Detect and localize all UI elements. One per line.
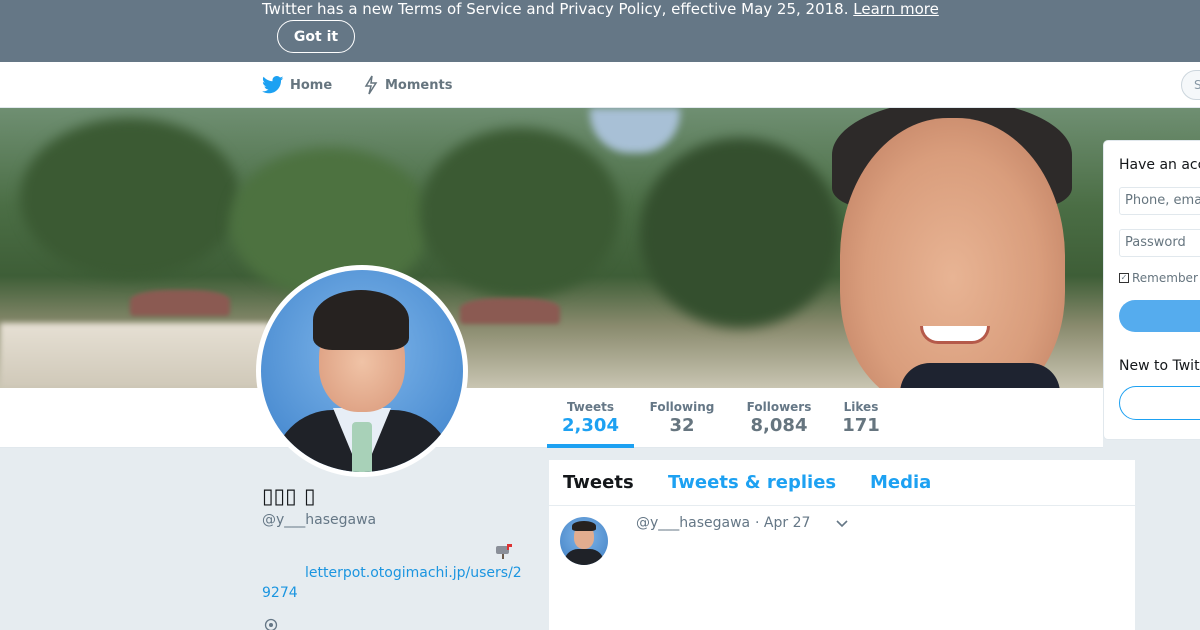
learn-more-link[interactable]: Learn more: [853, 0, 939, 18]
sky-patch: [590, 108, 680, 153]
avatar-photo: [261, 270, 463, 472]
stat-tweets[interactable]: Tweets 2,304: [547, 388, 634, 448]
lightning-bolt-icon: [364, 75, 378, 95]
gazebo-roof: [130, 290, 230, 316]
tweet-avatar[interactable]: [560, 517, 608, 565]
header-suit: [900, 363, 1060, 388]
login-box: Have an acc Phone, ema Password ✓ Rememb…: [1103, 140, 1200, 440]
tree-shape: [20, 118, 240, 278]
profile-name: ▯▯▯ ▯: [262, 484, 316, 508]
login-button[interactable]: [1119, 300, 1200, 332]
profile-link[interactable]: letterpot.otogimachi.jp/users/29274: [262, 563, 524, 603]
gazebo-roof: [460, 298, 560, 324]
stat-label: Followers: [746, 400, 812, 414]
top-nav: Home Moments: [0, 62, 1200, 108]
tos-text: Twitter has a new Terms of Service and P…: [262, 0, 939, 18]
remember-label: Remember: [1132, 271, 1198, 285]
tweet-avatar-suit: [564, 549, 604, 565]
avatar-hair: [313, 290, 409, 350]
stat-likes[interactable]: Likes 171: [836, 388, 886, 448]
profile-nav: Tweets 2,304 Following 32 Followers 8,08…: [0, 388, 1103, 448]
tab-media[interactable]: Media: [870, 472, 931, 493]
avatar-tie: [352, 422, 372, 472]
timeline: Tweets Tweets & replies Media @y___haseg…: [548, 459, 1137, 630]
tos-banner: Twitter has a new Terms of Service and P…: [0, 0, 1200, 62]
tos-message: Twitter has a new Terms of Service and P…: [262, 0, 849, 18]
header-photo: [0, 108, 1200, 388]
tree-shape: [640, 138, 840, 328]
stat-followers[interactable]: Followers 8,084: [741, 388, 817, 448]
login-title: Have an acc: [1119, 157, 1200, 173]
tab-tweets[interactable]: Tweets: [563, 472, 634, 493]
nav-home[interactable]: Home: [262, 62, 332, 108]
tab-tweets-replies[interactable]: Tweets & replies: [668, 472, 836, 493]
header-face: [840, 118, 1065, 388]
stat-value: 32: [669, 415, 695, 436]
password-field[interactable]: Password: [1119, 229, 1200, 257]
checkbox-icon[interactable]: ✓: [1119, 273, 1129, 283]
pampas-grass: [0, 323, 270, 388]
profile-handle[interactable]: @y___hasegawa: [262, 512, 376, 528]
got-it-button[interactable]: Got it: [277, 20, 355, 53]
stat-following[interactable]: Following 32: [644, 388, 720, 448]
remember-me[interactable]: ✓ Remember: [1119, 271, 1198, 285]
stat-value: 171: [842, 415, 880, 436]
stat-label: Tweets: [566, 400, 615, 414]
timeline-tabs: Tweets Tweets & replies Media: [549, 460, 1137, 506]
stat-value: 2,304: [562, 415, 619, 436]
twitter-bird-icon: [262, 76, 284, 94]
mailbox-icon: [496, 544, 512, 559]
signup-button[interactable]: [1119, 386, 1200, 420]
tree-shape: [420, 128, 620, 298]
nav-home-label: Home: [290, 77, 333, 93]
location-pin-icon: [264, 618, 278, 630]
nav-moments-label: Moments: [385, 77, 453, 93]
tweet-date[interactable]: · Apr 27: [755, 515, 810, 531]
tweet-avatar-hair: [572, 521, 596, 531]
nav-moments[interactable]: Moments: [363, 62, 452, 108]
stat-value: 8,084: [750, 415, 808, 436]
chevron-down-icon[interactable]: [834, 516, 850, 532]
tweet-handle[interactable]: @y___hasegawa: [636, 515, 750, 531]
stat-label: Likes: [843, 400, 879, 414]
profile-avatar[interactable]: [256, 265, 468, 477]
new-to-twitter: New to Twit: [1119, 358, 1200, 374]
stat-label: Following: [649, 400, 715, 414]
username-field[interactable]: Phone, ema: [1119, 187, 1200, 215]
header-smile: [920, 326, 990, 344]
